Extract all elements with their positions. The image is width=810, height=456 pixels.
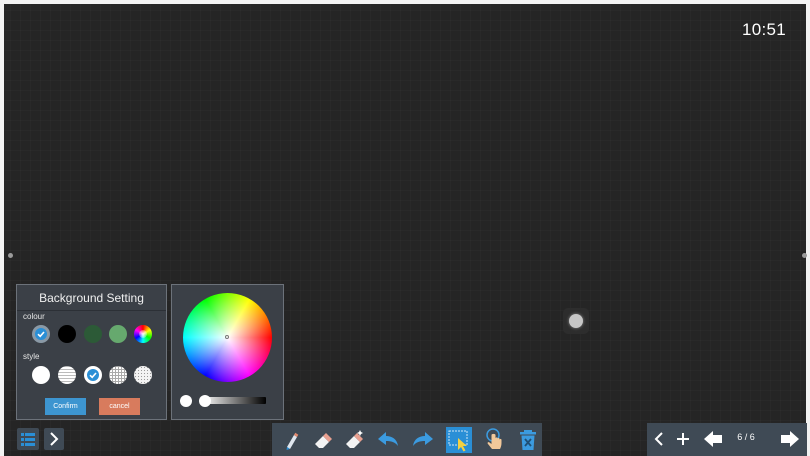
check-icon [87,369,99,381]
select-icon [448,430,468,452]
redo-button[interactable] [410,427,436,453]
colour-label: colour [23,312,45,321]
preview-colour-dot [180,395,192,407]
pen-tool-button[interactable] [278,427,304,453]
arrow-right-icon [781,431,799,447]
list-menu-icon [21,433,35,446]
colour-swatch-light-green[interactable] [109,325,127,343]
style-option-grid[interactable] [109,366,127,384]
delete-icon [520,430,536,450]
background-setting-panel: Background Setting colour style Confirm … [16,284,167,420]
check-icon [35,328,47,340]
clear-eraser-tool-button[interactable] [341,427,367,453]
chevron-left-icon [654,432,663,446]
panel-title: Background Setting [17,285,166,311]
colour-swatch-custom[interactable] [134,325,152,343]
brightness-slider-handle[interactable] [199,395,211,407]
colour-wheel[interactable] [183,293,272,382]
chevron-right-icon [50,432,59,446]
colour-swatch-grey[interactable] [32,325,50,343]
undo-icon [378,432,398,446]
colour-picker-panel [171,284,284,420]
clear-eraser-icon [346,430,363,448]
touch-icon [486,428,502,449]
style-option-grid-fine[interactable] [84,366,102,384]
select-tool-button[interactable] [446,427,472,453]
confirm-button[interactable]: Confirm [45,398,86,415]
assist-dot-icon [569,314,583,328]
prev-page-button[interactable] [649,428,669,450]
undo-button[interactable] [375,427,401,453]
wheel-highlight [139,330,147,338]
colour-swatch-dark-green[interactable] [84,325,102,343]
floating-assist-button[interactable] [563,308,589,334]
arrow-left-icon [704,431,722,447]
clock: 10:51 [741,20,786,39]
style-option-dotted[interactable] [134,366,152,384]
style-label: style [23,352,40,361]
add-page-button[interactable] [673,428,693,450]
style-option-lined[interactable] [58,366,76,384]
plus-icon [677,433,689,445]
drawing-toolbar [272,423,542,456]
pen-icon [286,432,299,450]
redo-icon [413,432,433,446]
eraser-tool-button[interactable] [309,427,335,453]
brightness-slider[interactable] [202,397,266,404]
expand-toolbar-button[interactable] [44,428,64,450]
page-navigation: 6 / 6 [647,423,807,456]
eraser-icon [315,433,332,448]
previous-page-arrow-button[interactable] [701,428,725,450]
page-indicator: 6 / 6 [737,432,755,442]
bottom-bar: 6 / 6 [0,423,810,456]
colour-swatch-black[interactable] [58,325,76,343]
delete-button[interactable] [515,427,541,453]
cancel-button[interactable]: cancel [99,398,140,415]
touch-tool-button[interactable] [481,427,507,453]
right-edge-handle[interactable] [802,253,807,258]
next-page-arrow-button[interactable] [778,428,802,450]
wheel-cursor[interactable] [225,335,229,339]
style-option-blank[interactable] [32,366,50,384]
left-edge-handle[interactable] [8,253,13,258]
menu-button[interactable] [17,428,39,450]
